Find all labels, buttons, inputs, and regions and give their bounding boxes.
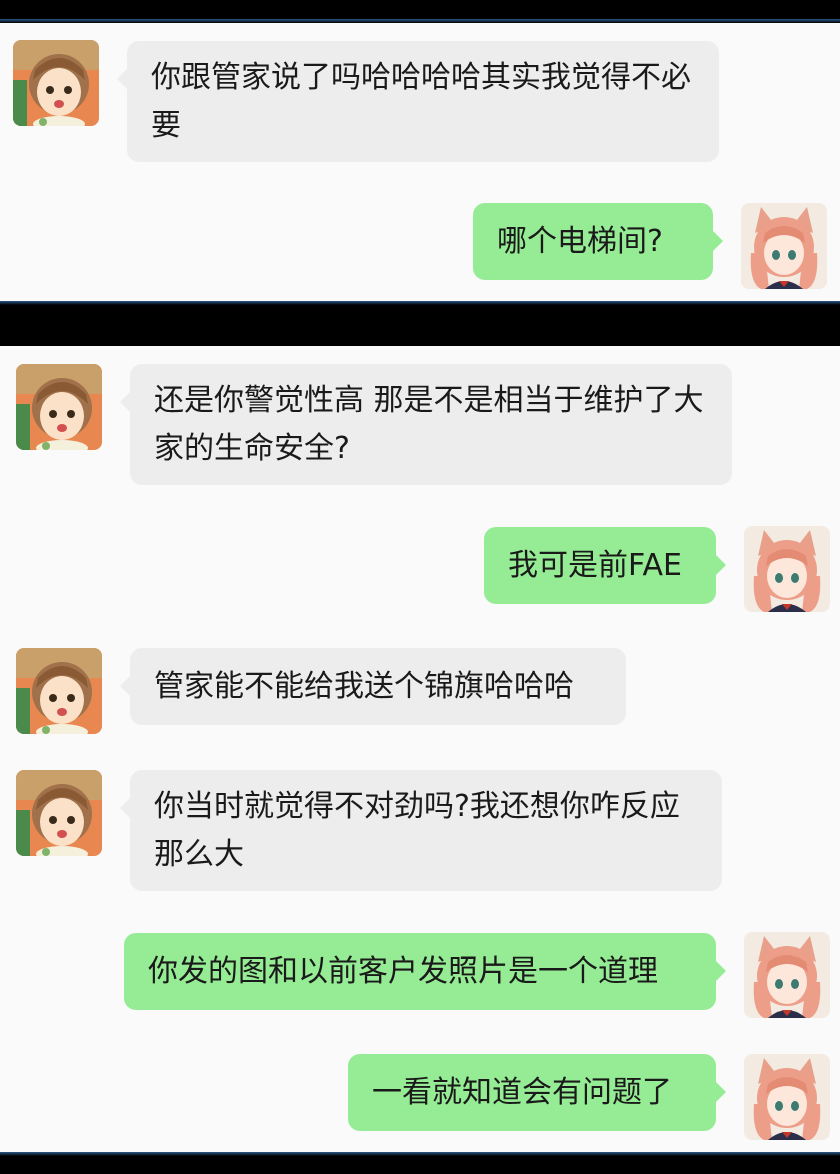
chat-panel-2[interactable]: 还是你警觉性高 那是不是相当于维护了大家的生命安全? 我可是前FAE 管家能不能…: [0, 346, 840, 1152]
panel-divider: [0, 301, 840, 305]
chat-bubble-left[interactable]: 你跟管家说了吗哈哈哈哈其实我觉得不必要: [117, 41, 719, 162]
girl-brown-hair-avatar[interactable]: [16, 648, 102, 734]
girl-brown-hair-avatar[interactable]: [16, 770, 102, 856]
catgirl-pink-hair-avatar[interactable]: [744, 1054, 830, 1140]
message-text: 我可是前FAE: [508, 547, 682, 583]
message-text: 你当时就觉得不对劲吗?我还想你咋反应那么大: [154, 788, 680, 872]
chat-bubble-left[interactable]: 你当时就觉得不对劲吗?我还想你咋反应那么大: [120, 770, 722, 891]
girl-brown-hair-avatar[interactable]: [13, 40, 99, 126]
catgirl-pink-hair-avatar[interactable]: [744, 932, 830, 1018]
chat-bubble-right[interactable]: 哪个电梯间?: [473, 203, 723, 280]
message-text: 管家能不能给我送个锦旗哈哈哈: [154, 668, 574, 704]
chat-panel-1[interactable]: 你跟管家说了吗哈哈哈哈其实我觉得不必要 哪个电梯间?: [0, 23, 840, 301]
catgirl-pink-hair-avatar[interactable]: [741, 203, 827, 289]
message-text: 你发的图和以前客户发照片是一个道理: [148, 953, 658, 989]
chat-bubble-left[interactable]: 还是你警觉性高 那是不是相当于维护了大家的生命安全?: [120, 364, 732, 485]
message-text: 还是你警觉性高 那是不是相当于维护了大家的生命安全?: [154, 382, 704, 466]
message-text: 一看就知道会有问题了: [372, 1074, 672, 1110]
message-text: 哪个电梯间?: [497, 223, 663, 259]
chat-bubble-left[interactable]: 管家能不能给我送个锦旗哈哈哈: [120, 648, 626, 725]
chat-bubble-right[interactable]: 我可是前FAE: [484, 527, 726, 604]
girl-brown-hair-avatar[interactable]: [16, 364, 102, 450]
message-text: 你跟管家说了吗哈哈哈哈其实我觉得不必要: [151, 59, 691, 143]
catgirl-pink-hair-avatar[interactable]: [744, 526, 830, 612]
bottom-edge: [0, 1152, 840, 1156]
chat-bubble-right[interactable]: 你发的图和以前客户发照片是一个道理: [124, 933, 726, 1010]
chat-bubble-right[interactable]: 一看就知道会有问题了: [348, 1054, 726, 1131]
